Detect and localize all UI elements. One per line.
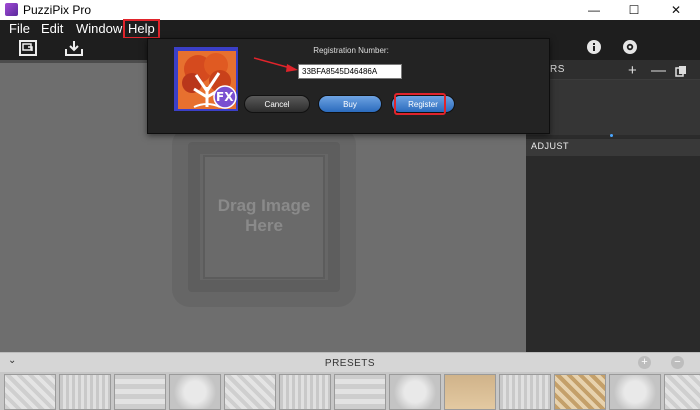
- menu-edit[interactable]: Edit: [41, 20, 63, 38]
- preset-thumbnail[interactable]: [114, 374, 166, 410]
- buy-button[interactable]: Buy: [318, 95, 382, 113]
- app-icon: [5, 3, 18, 16]
- preset-thumbnail[interactable]: [554, 374, 606, 410]
- preset-thumbnail[interactable]: [389, 374, 441, 410]
- register-highlight: [394, 93, 446, 115]
- add-layer-button[interactable]: +: [628, 62, 637, 79]
- panel-resize-handle[interactable]: [610, 134, 613, 137]
- preset-thumbnail[interactable]: [59, 374, 111, 410]
- menu-help[interactable]: Help: [123, 19, 160, 39]
- import-tray-icon[interactable]: [64, 39, 84, 59]
- registration-number-label: Registration Number:: [313, 46, 389, 55]
- presets-label: PRESETS: [324, 358, 376, 369]
- maximize-button[interactable]: ☐: [614, 0, 654, 20]
- annotation-arrow: [253, 57, 298, 72]
- registration-number-input[interactable]: 33BFA8545D46486A: [298, 64, 402, 79]
- layers-label: RS: [550, 64, 565, 75]
- menu-bar: File Edit Window Help: [0, 19, 700, 39]
- preset-thumbnail[interactable]: [4, 374, 56, 410]
- add-preset-button[interactable]: +: [638, 356, 651, 369]
- remove-preset-button[interactable]: −: [671, 356, 684, 369]
- preset-thumbnail[interactable]: [444, 374, 496, 410]
- close-button[interactable]: ✕: [656, 0, 696, 20]
- cancel-button[interactable]: Cancel: [244, 95, 310, 113]
- layers-body: [526, 80, 700, 135]
- remove-layer-button[interactable]: —: [651, 62, 666, 79]
- info-icon[interactable]: [586, 39, 602, 59]
- preset-thumbnail[interactable]: [334, 374, 386, 410]
- preset-thumbnail[interactable]: [169, 374, 221, 410]
- adjust-label: ADJUST: [531, 141, 570, 151]
- preset-thumbnail[interactable]: [609, 374, 661, 410]
- preset-thumbnail[interactable]: [224, 374, 276, 410]
- preset-thumbnail[interactable]: [279, 374, 331, 410]
- title-bar: PuzziPix Pro — ☐ ✕: [0, 0, 700, 20]
- menu-window[interactable]: Window: [76, 20, 122, 38]
- preset-thumbnail[interactable]: [499, 374, 551, 410]
- settings-icon[interactable]: [622, 39, 638, 59]
- duplicate-layer-icon[interactable]: [675, 64, 687, 81]
- menu-file[interactable]: File: [9, 20, 30, 38]
- minimize-button[interactable]: —: [574, 0, 614, 20]
- window-title: PuzziPix Pro: [23, 3, 92, 17]
- adjust-body: [526, 156, 700, 352]
- app-logo: FX: [173, 46, 239, 112]
- presets-bar: ⌄ PRESETS + −: [0, 352, 700, 372]
- drop-hint: Drag Image Here: [203, 196, 325, 236]
- drop-hint-line1: Drag Image: [217, 196, 311, 215]
- preset-thumbnail[interactable]: [664, 374, 700, 410]
- logo-fx-text: FX: [216, 90, 234, 104]
- frame-icon[interactable]: [18, 39, 38, 59]
- drop-hint-line2: Here: [245, 216, 283, 235]
